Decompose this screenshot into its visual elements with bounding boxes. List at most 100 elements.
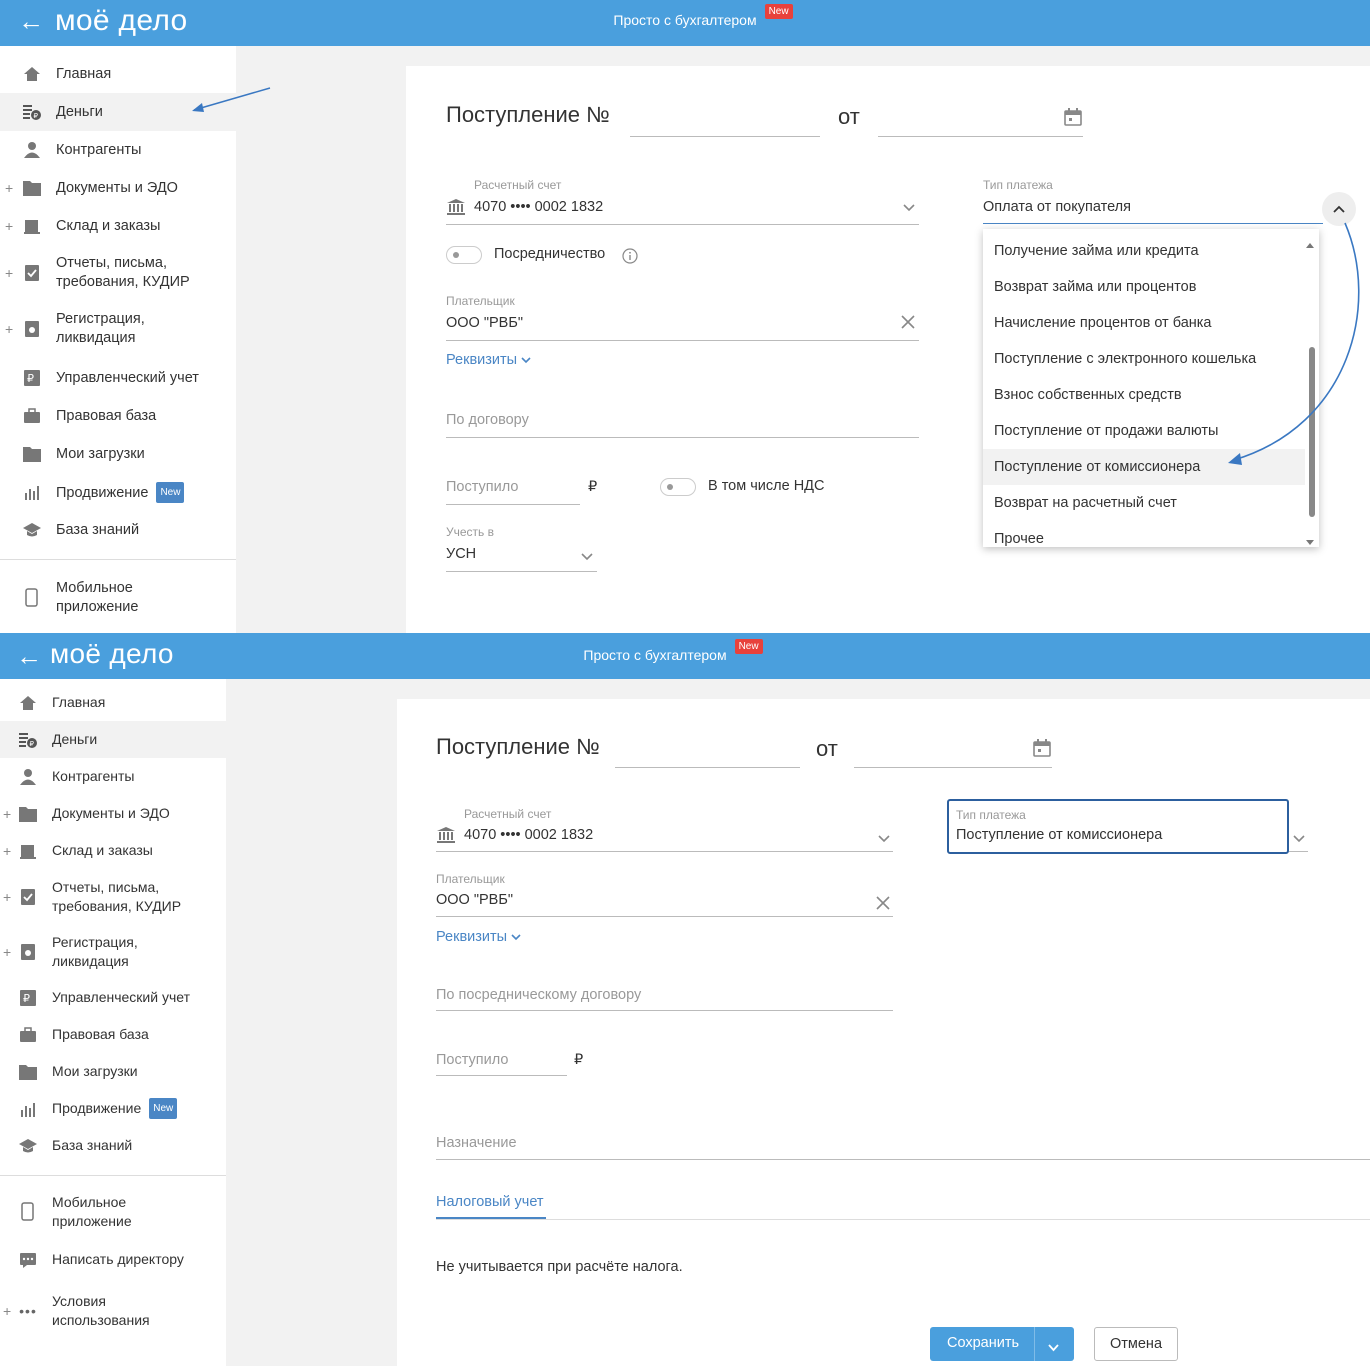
number-input[interactable]	[630, 100, 820, 137]
dropdown-option[interactable]: Прочее	[983, 521, 1305, 547]
requisites-link[interactable]: Реквизиты	[436, 929, 521, 945]
sidebar-item-reports[interactable]: + Отчеты, письма, требования, КУДИР	[0, 869, 226, 924]
payer-input[interactable]	[436, 883, 893, 917]
sidebar-item-terms[interactable]: + ••• Условия использования	[0, 1283, 226, 1338]
expand-icon[interactable]: +	[3, 889, 11, 905]
sidebar-item-management[interactable]: ₽ Управленческий учет	[0, 359, 236, 397]
calendar-icon[interactable]	[1032, 738, 1052, 763]
contract-input[interactable]	[436, 976, 893, 1011]
mediation-toggle[interactable]	[446, 246, 482, 264]
more-icon: •••	[19, 1302, 37, 1319]
expand-icon[interactable]: +	[3, 1303, 11, 1319]
sidebar-item-knowledge[interactable]: База знаний	[0, 511, 236, 549]
sidebar-item-label: Управленческий учет	[52, 989, 190, 1005]
chevron-down-icon[interactable]	[878, 832, 890, 846]
new-badge: New	[156, 481, 185, 503]
account-select[interactable]	[446, 190, 919, 225]
sidebar-item-legal[interactable]: Правовая база	[0, 1016, 226, 1053]
person-icon	[22, 140, 42, 160]
chevron-down-icon	[511, 934, 521, 941]
sidebar-item-label: Документы и ЭДО	[56, 179, 178, 196]
save-label: Сохранить	[947, 1335, 1020, 1351]
expand-icon[interactable]: +	[3, 806, 11, 822]
chevron-down-icon[interactable]	[1048, 1340, 1059, 1356]
sidebar-item-promotion[interactable]: Продвижение New	[0, 1090, 226, 1127]
warehouse-icon	[18, 841, 38, 861]
header-promo[interactable]: Просто с бухгалтером New	[0, 639, 1370, 663]
vat-toggle[interactable]	[660, 478, 696, 496]
sidebar-item-label: Главная	[56, 65, 112, 82]
expand-icon[interactable]: +	[5, 265, 13, 281]
account-in-select[interactable]	[446, 538, 597, 572]
calendar-icon[interactable]	[1063, 107, 1083, 132]
sidebar-item-warehouse[interactable]: + Склад и заказы	[0, 207, 236, 245]
tab-divider	[436, 1219, 1370, 1220]
sidebar-item-mobile[interactable]: Мобильное приложение	[0, 574, 236, 622]
number-input[interactable]	[615, 731, 800, 768]
info-icon[interactable]	[622, 248, 638, 269]
contract-input[interactable]	[446, 402, 919, 438]
sidebar-item-label: База знаний	[52, 1137, 133, 1153]
sidebar-item-home[interactable]: Главная	[0, 684, 226, 721]
sidebar-item-contractors[interactable]: Контрагенты	[0, 131, 236, 169]
sidebar-item-label: Деньги	[56, 103, 103, 120]
money-icon: ₽	[22, 102, 42, 122]
chevron-down-icon[interactable]	[1293, 832, 1305, 846]
graduation-cap-icon	[22, 520, 42, 540]
close-icon[interactable]	[901, 313, 915, 334]
dropdown-option[interactable]: Возврат на расчетный счет	[983, 485, 1305, 521]
chevron-down-icon[interactable]	[903, 201, 915, 215]
requisites-link[interactable]: Реквизиты	[446, 352, 531, 368]
sidebar-item-warehouse[interactable]: + Склад и заказы	[0, 832, 226, 869]
date-input[interactable]	[854, 731, 1052, 768]
sidebar-item-management[interactable]: ₽ Управленческий учет	[0, 979, 226, 1016]
chevron-down-icon[interactable]	[581, 550, 593, 564]
sidebar-item-downloads[interactable]: Мои загрузки	[0, 1053, 226, 1090]
expand-icon[interactable]: +	[5, 321, 13, 337]
sidebar-item-write-director[interactable]: Написать директору	[0, 1241, 226, 1278]
sidebar-item-label: Написать директору	[52, 1251, 184, 1267]
payer-input[interactable]	[446, 306, 919, 341]
received-input[interactable]	[436, 1041, 567, 1076]
sidebar-item-registration[interactable]: + Регистрация, ликвидация	[0, 924, 226, 979]
date-input[interactable]	[878, 100, 1083, 137]
sidebar-item-documents[interactable]: + Документы и ЭДО	[0, 169, 236, 207]
tab-tax-accounting[interactable]: Налоговый учет	[436, 1194, 544, 1210]
cancel-button[interactable]: Отмена	[1094, 1327, 1178, 1361]
sidebar-divider	[0, 1175, 226, 1176]
expand-icon[interactable]: +	[5, 218, 13, 234]
sidebar-item-registration[interactable]: + Регистрация, ликвидация	[0, 301, 236, 357]
requisites-label: Реквизиты	[446, 352, 518, 368]
sidebar-item-knowledge[interactable]: База знаний	[0, 1127, 226, 1164]
sidebar-item-downloads[interactable]: Мои загрузки	[0, 435, 236, 473]
sidebar-item-reports[interactable]: + Отчеты, письма, требования, КУДИР	[0, 245, 236, 301]
sidebar-item-documents[interactable]: + Документы и ЭДО	[0, 795, 226, 832]
expand-icon[interactable]: +	[3, 944, 11, 960]
report-icon	[22, 263, 42, 283]
close-icon[interactable]	[876, 894, 890, 915]
annotation-arrow	[192, 87, 271, 112]
sidebar-item-label: Деньги	[52, 731, 98, 747]
scroll-down-icon[interactable]	[1306, 533, 1314, 547]
payment-type-value: Поступление от комиссионера	[956, 827, 1163, 843]
button-divider	[1034, 1327, 1035, 1361]
sidebar-item-mobile[interactable]: Мобильное приложение	[0, 1187, 226, 1237]
expand-icon[interactable]: +	[3, 843, 11, 859]
payment-type-label: Тип платежа	[956, 808, 1026, 822]
graduation-cap-icon	[18, 1136, 38, 1156]
sidebar-item-money[interactable]: ₽ Деньги	[0, 721, 226, 758]
save-button[interactable]: Сохранить	[930, 1327, 1074, 1361]
sidebar-item-promotion[interactable]: Продвижение New	[0, 473, 236, 511]
header-promo[interactable]: Просто с бухгалтером New	[0, 4, 1370, 28]
expand-icon[interactable]: +	[5, 180, 13, 196]
purpose-input[interactable]	[436, 1125, 1370, 1160]
account-select[interactable]	[436, 818, 893, 852]
page-title: Поступление №	[436, 734, 600, 759]
folder-icon	[22, 178, 42, 198]
briefcase-icon	[22, 406, 42, 426]
sidebar-item-legal[interactable]: Правовая база	[0, 397, 236, 435]
received-input[interactable]	[446, 469, 580, 505]
sidebar-item-contractors[interactable]: Контрагенты	[0, 758, 226, 795]
sidebar-item-label: База знаний	[56, 521, 140, 538]
registration-icon	[22, 319, 42, 339]
